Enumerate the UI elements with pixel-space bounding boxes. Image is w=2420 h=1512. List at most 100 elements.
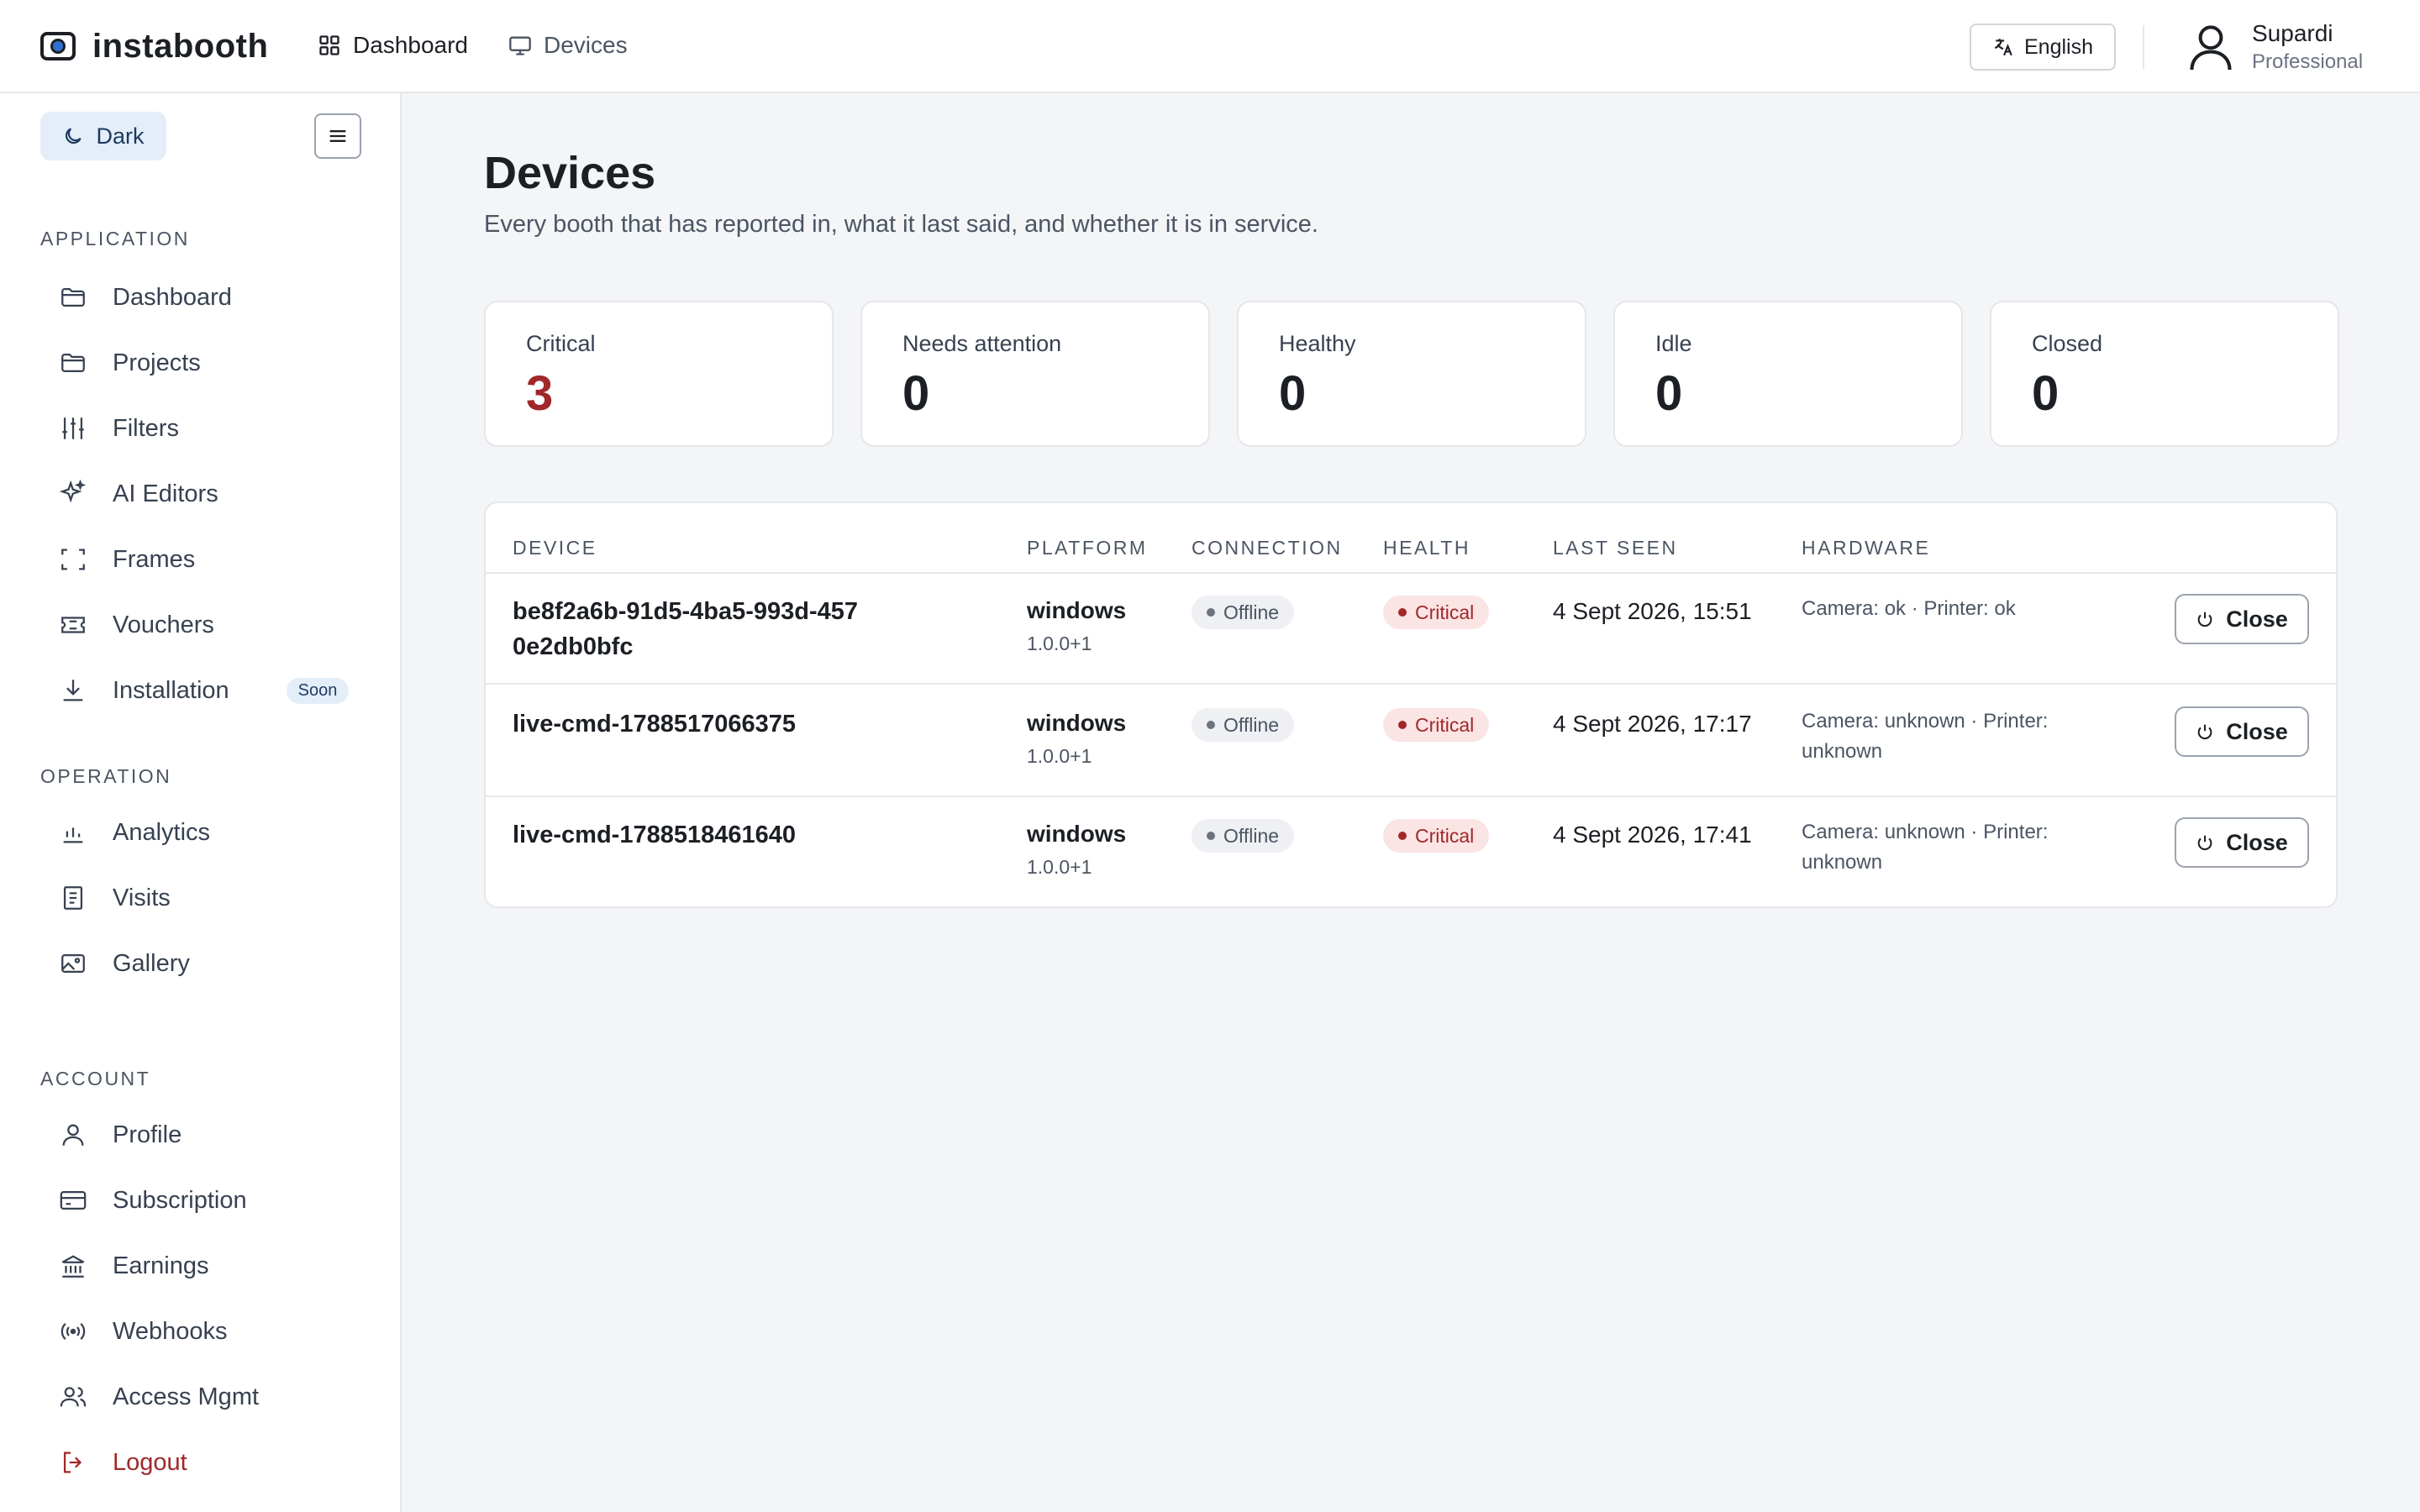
stat-card-critical: Critical 3 xyxy=(484,301,834,447)
topnav-devices[interactable]: Devices xyxy=(508,32,628,59)
sidebar-collapse-button[interactable] xyxy=(314,113,361,159)
device-id: live-cmd-1788517066375 xyxy=(513,711,796,738)
health-label: Critical xyxy=(1415,601,1475,623)
stat-card-healthy: Healthy 0 xyxy=(1237,301,1586,447)
stat-value: 0 xyxy=(2032,366,2060,421)
image-icon xyxy=(61,953,85,974)
stat-value: 0 xyxy=(902,366,930,421)
hardware-status: Camera: unknown · Printer: unknown xyxy=(1802,710,2049,763)
user-menu[interactable]: Supardi Professional xyxy=(2188,15,2363,79)
sidebar-item-projects[interactable]: Projects xyxy=(40,333,368,392)
table-row: live-cmd-1788518461640 windows 1.0.0+1 O… xyxy=(486,797,2336,906)
health-cell: Critical xyxy=(1383,706,1490,742)
sidebar-item-subscription[interactable]: Subscription xyxy=(40,1171,368,1230)
sliders-icon xyxy=(62,417,84,439)
sidebar-item-analytics[interactable]: Analytics xyxy=(40,803,368,862)
platform-version: 1.0.0+1 xyxy=(1027,633,1092,654)
close-button[interactable]: Close xyxy=(2175,817,2309,868)
column-header-device: DEVICE xyxy=(513,537,597,559)
divider xyxy=(2143,25,2144,69)
connection-cell: Offline xyxy=(1192,817,1295,853)
close-button[interactable]: Close xyxy=(2175,594,2309,644)
language-button[interactable]: English xyxy=(1970,24,2116,71)
platform-name: windows xyxy=(1027,821,1127,847)
sidebar-item-profile[interactable]: Profile xyxy=(40,1105,368,1164)
stat-value: 0 xyxy=(1655,366,1683,421)
close-button[interactable]: Close xyxy=(2175,706,2309,757)
platform-cell: windows 1.0.0+1 xyxy=(1027,817,1126,879)
sidebar-item-webhooks[interactable]: Webhooks xyxy=(40,1302,368,1361)
device-id: be8f2a6b-91d5-4ba5-993d-4570e2db0bfc xyxy=(513,598,859,660)
health-badge: Critical xyxy=(1383,819,1490,853)
language-label: English xyxy=(2024,34,2093,59)
sidebar-item-label: Subscription xyxy=(113,1186,247,1214)
sidebar-item-gallery[interactable]: Gallery xyxy=(40,934,368,993)
health-label: Critical xyxy=(1415,713,1475,736)
sidebar-item-label: Gallery xyxy=(113,949,190,977)
sidebar-item-label: Earnings xyxy=(113,1252,209,1279)
download-icon xyxy=(63,680,83,701)
sidebar-item-ai-editors[interactable]: AI Editors xyxy=(40,465,368,523)
sidebar-item-vouchers[interactable]: Vouchers xyxy=(40,596,368,654)
sidebar-item-visits[interactable]: Visits xyxy=(40,869,368,927)
health-label: Critical xyxy=(1415,824,1475,847)
platform-version: 1.0.0+1 xyxy=(1027,856,1092,878)
device-id: live-cmd-1788518461640 xyxy=(513,822,796,848)
connection-badge: Offline xyxy=(1192,708,1295,742)
platform-name: windows xyxy=(1027,710,1127,736)
hamburger-icon xyxy=(329,130,346,142)
table-row: be8f2a6b-91d5-4ba5-993d-4570e2db0bfc win… xyxy=(486,574,2336,685)
sidebar-item-label: Vouchers xyxy=(113,611,214,638)
column-header-health: HEALTH xyxy=(1383,537,1471,559)
moon-icon xyxy=(66,128,82,144)
user-name: Supardi xyxy=(2252,20,2333,46)
sidebar-item-label: Projects xyxy=(113,349,201,376)
health-badge: Critical xyxy=(1383,708,1490,742)
hardware-status: Camera: unknown · Printer: unknown xyxy=(1802,821,2049,874)
sidebar-item-access-mgmt[interactable]: Access Mgmt xyxy=(40,1368,368,1426)
theme-toggle-button[interactable]: Dark xyxy=(40,112,166,160)
sidebar-item-label: Frames xyxy=(113,545,196,573)
frame-icon xyxy=(61,549,85,570)
status-dot-icon xyxy=(1207,608,1215,617)
stat-value: 0 xyxy=(1279,366,1307,421)
folder-icon xyxy=(61,353,85,373)
bank-icon xyxy=(61,1255,85,1278)
sidebar-item-filters[interactable]: Filters xyxy=(40,399,368,458)
sidebar-item-installation[interactable]: Installation Soon xyxy=(40,661,368,720)
stat-card-closed: Closed 0 xyxy=(1990,301,2339,447)
brand[interactable]: instabooth xyxy=(40,22,268,71)
user-info: Supardi Professional xyxy=(2252,18,2363,76)
top-nav: Dashboard Devices xyxy=(318,25,628,66)
sidebar-item-label: AI Editors xyxy=(113,480,218,507)
connection-cell: Offline xyxy=(1192,706,1295,742)
sparkles-icon xyxy=(59,480,87,503)
status-dot-icon xyxy=(1207,832,1215,840)
stat-label: Idle xyxy=(1655,331,1692,356)
section-title-account: ACCOUNT xyxy=(40,1068,151,1089)
user-plan: Professional xyxy=(2252,50,2364,73)
user-avatar-icon xyxy=(2190,25,2232,71)
status-dot-icon xyxy=(1398,832,1407,840)
monitor-icon xyxy=(509,36,531,55)
topnav-dashboard-label: Dashboard xyxy=(353,32,468,58)
sidebar-item-label: Visits xyxy=(113,884,171,911)
sidebar-item-label: Analytics xyxy=(113,818,211,846)
power-icon xyxy=(2197,835,2212,851)
user-icon xyxy=(62,1124,84,1146)
sidebar-item-dashboard[interactable]: Dashboard xyxy=(40,268,368,327)
sidebar-item-earnings[interactable]: Earnings xyxy=(40,1236,368,1295)
stat-card-needs-attention: Needs attention 0 xyxy=(860,301,1210,447)
topnav-dashboard[interactable]: Dashboard xyxy=(318,32,468,59)
page-title: Devices xyxy=(484,148,656,198)
sidebar-item-logout[interactable]: Logout xyxy=(40,1433,368,1492)
table-row: live-cmd-1788517066375 windows 1.0.0+1 O… xyxy=(486,686,2336,797)
sidebar-item-label: Logout xyxy=(113,1448,187,1476)
connection-badge: Offline xyxy=(1192,596,1295,629)
sidebar-item-frames[interactable]: Frames xyxy=(40,530,368,589)
health-badge: Critical xyxy=(1383,596,1490,629)
status-dot-icon xyxy=(1398,721,1407,729)
row-divider xyxy=(486,683,2336,685)
platform-name: windows xyxy=(1027,597,1127,623)
topnav-devices-label: Devices xyxy=(543,32,628,58)
